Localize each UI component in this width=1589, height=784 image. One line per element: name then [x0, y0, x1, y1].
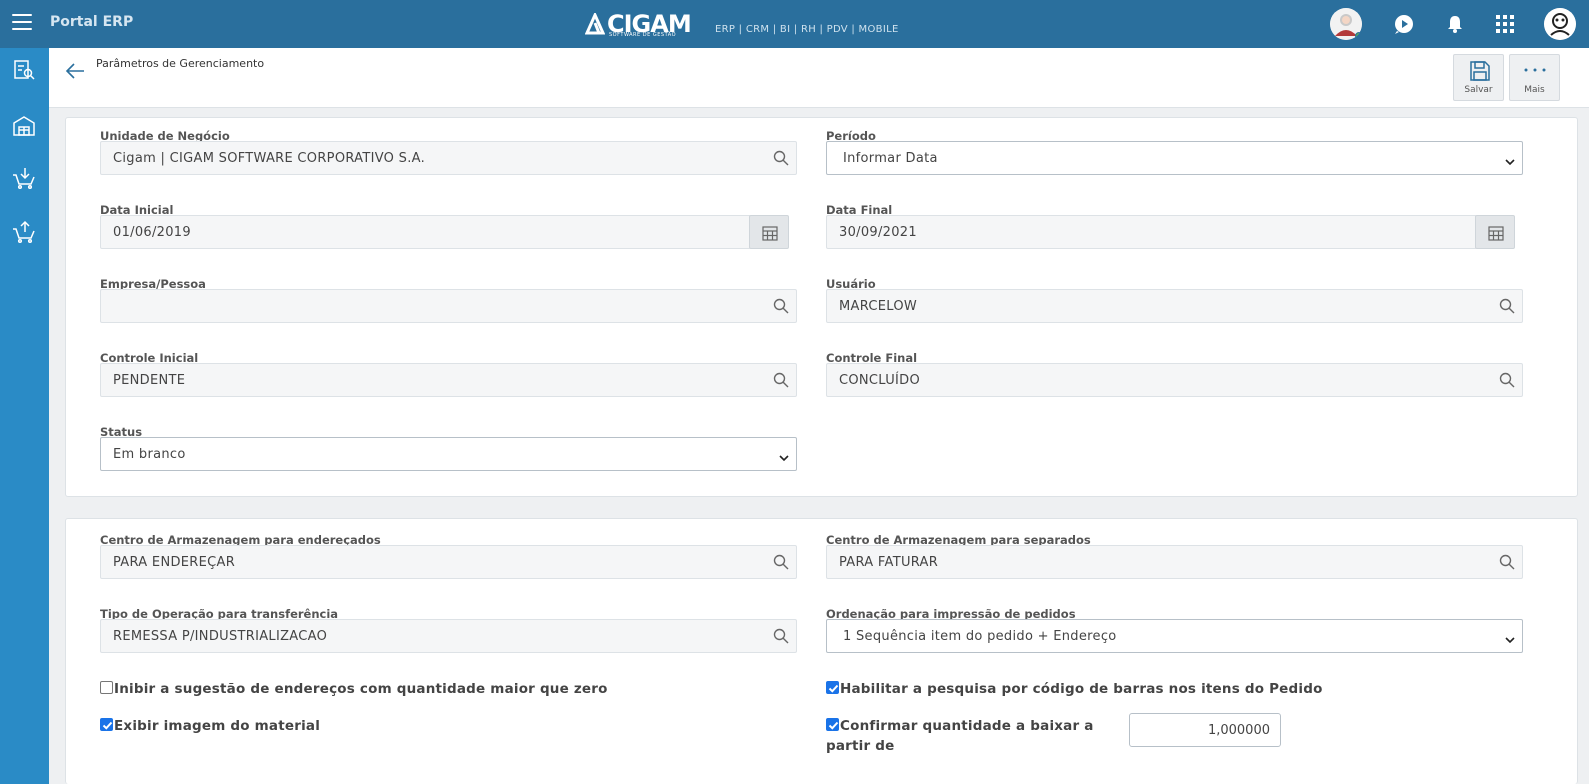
habilitar-label[interactable]: Habilitar a pesquisa por código de barra… [840, 681, 1323, 697]
search-icon[interactable] [773, 298, 789, 314]
usuario-field: Usuário MARCELOW [826, 277, 1523, 327]
cart-upload-icon[interactable] [12, 220, 36, 244]
top-bar: Portal ERP CIGAM SOFTWARE DE GESTÃO ERP … [0, 0, 1589, 48]
inibir-label[interactable]: Inibir a sugestão de endereços com quant… [114, 681, 608, 697]
usuario-input[interactable]: MARCELOW [826, 289, 1523, 323]
search-icon[interactable] [773, 372, 789, 388]
confirmar-option: Confirmar quantidade a baixar a [826, 716, 1106, 736]
ordenacao-field: Ordenação para impressão de pedidos 1 Se… [826, 607, 1523, 657]
ordenacao-select[interactable]: 1 Sequência item do pedido + Endereço [826, 619, 1523, 653]
menu-icon[interactable] [12, 14, 32, 32]
save-label: Salvar [1464, 85, 1493, 95]
online-status-dot [1355, 32, 1362, 40]
page-header: Parâmetros de Gerenciamento Salvar Mais [49, 48, 1589, 108]
exibir-label[interactable]: Exibir imagem do material [114, 718, 320, 734]
user-avatar[interactable] [1544, 8, 1576, 40]
logo-modules: ERP | CRM | BI | RH | PDV | MOBILE [715, 24, 899, 35]
unidade-field: Unidade de Negócio Cigam | CIGAM SOFTWAR… [100, 129, 797, 179]
settings-card: Centro de Armazenagem para endereçados P… [65, 518, 1578, 784]
unidade-input[interactable]: Cigam | CIGAM SOFTWARE CORPORATIVO S.A. [100, 141, 797, 175]
calendar-button[interactable] [749, 215, 789, 249]
logo-subtitle: SOFTWARE DE GESTÃO [609, 32, 677, 38]
confirmar-quantity-input[interactable]: 1,000000 [1129, 713, 1281, 747]
habilitar-checkbox[interactable] [826, 681, 839, 694]
controle-inicial-field: Controle Inicial PENDENTE [100, 351, 797, 401]
confirmar-label-line2[interactable]: partir de [826, 738, 895, 754]
more-button[interactable]: Mais [1509, 54, 1560, 101]
periodo-select[interactable]: Informar Data [826, 141, 1523, 175]
habilitar-option: Habilitar a pesquisa por código de barra… [826, 679, 1526, 699]
calendar-button[interactable] [1475, 215, 1515, 249]
controle-inicial-input[interactable]: PENDENTE [100, 363, 797, 397]
bell-icon[interactable] [1440, 9, 1470, 39]
centro-enderecados-field: Centro de Armazenagem para endereçados P… [100, 533, 797, 583]
left-sidebar [0, 48, 49, 784]
play-circle-icon[interactable] [1389, 9, 1419, 39]
chevron-down-icon [779, 455, 789, 462]
centro-separados-field: Centro de Armazenagem para separados PAR… [826, 533, 1523, 583]
app-title[interactable]: Portal ERP [50, 14, 133, 30]
check-icon [102, 721, 113, 730]
controle-final-input[interactable]: CONCLUÍDO [826, 363, 1523, 397]
search-icon[interactable] [1499, 372, 1515, 388]
data-final-input[interactable]: 30/09/2021 [826, 215, 1477, 249]
confirmar-checkbox[interactable] [826, 718, 839, 731]
data-inicial-field: Data Inicial 01/06/2019 [100, 203, 790, 253]
periodo-field: Período Informar Data [826, 129, 1523, 179]
controle-final-field: Controle Final CONCLUÍDO [826, 351, 1523, 401]
exibir-option: Exibir imagem do material [100, 716, 780, 736]
cart-download-icon[interactable] [12, 166, 36, 190]
search-icon[interactable] [773, 150, 789, 166]
calendar-icon [762, 226, 778, 241]
inibir-checkbox[interactable] [100, 681, 113, 694]
save-icon [1470, 61, 1490, 81]
page-title: Parâmetros de Gerenciamento [96, 57, 265, 70]
search-icon[interactable] [1499, 298, 1515, 314]
tipo-operacao-input[interactable]: REMESSA P/INDUSTRIALIZACAO [100, 619, 797, 653]
exibir-checkbox[interactable] [100, 718, 113, 731]
logo-mark [584, 11, 606, 35]
more-icon [1524, 68, 1546, 72]
save-button[interactable]: Salvar [1453, 54, 1504, 101]
centro-enderecados-input[interactable]: PARA ENDEREÇAR [100, 545, 797, 579]
calendar-icon [1488, 226, 1504, 241]
tipo-operacao-field: Tipo de Operação para transferência REME… [100, 607, 797, 657]
cigam-logo: CIGAM SOFTWARE DE GESTÃO [584, 10, 692, 38]
avatar[interactable] [1330, 8, 1362, 40]
search-icon[interactable] [1499, 554, 1515, 570]
check-icon [828, 684, 839, 693]
back-arrow-icon[interactable] [65, 62, 85, 80]
status-select[interactable]: Em branco [100, 437, 797, 471]
search-icon[interactable] [773, 554, 789, 570]
search-icon[interactable] [773, 628, 789, 644]
inibir-option: Inibir a sugestão de endereços com quant… [100, 679, 780, 699]
filter-card: Unidade de Negócio Cigam | CIGAM SOFTWAR… [65, 117, 1578, 497]
data-final-field: Data Final 30/09/2021 [826, 203, 1516, 253]
chevron-down-icon [1505, 159, 1515, 166]
status-field: Status Em branco [100, 425, 797, 475]
warehouse-icon[interactable] [12, 114, 36, 138]
data-inicial-input[interactable]: 01/06/2019 [100, 215, 751, 249]
empresa-field: Empresa/Pessoa [100, 277, 797, 327]
more-label: Mais [1524, 85, 1545, 95]
centro-separados-input[interactable]: PARA FATURAR [826, 545, 1523, 579]
report-search-icon[interactable] [12, 58, 36, 82]
chevron-down-icon [1505, 637, 1515, 644]
confirmar-label-line1[interactable]: Confirmar quantidade a baixar a [840, 718, 1094, 734]
empresa-input[interactable] [100, 289, 797, 323]
confirmar-option-line2: partir de [826, 736, 1106, 756]
apps-grid-icon[interactable] [1490, 9, 1520, 39]
check-icon [828, 721, 839, 730]
